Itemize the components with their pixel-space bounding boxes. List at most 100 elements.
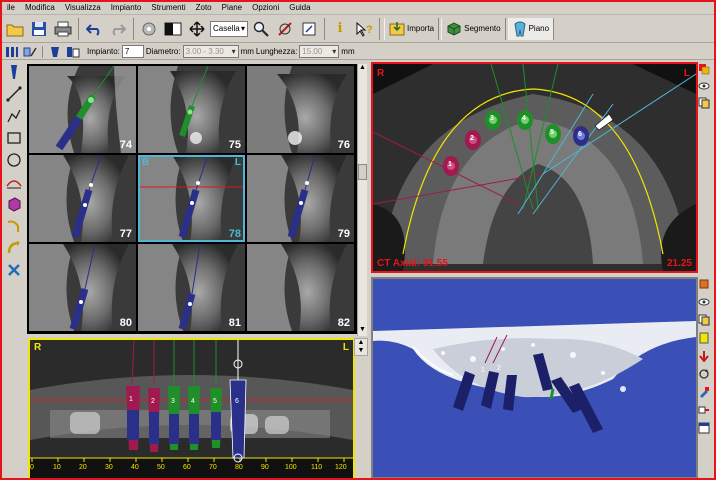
slice-82[interactable]: 82 [247,244,354,331]
menu-implant[interactable]: Impianto [106,2,147,14]
zoom-icon[interactable] [250,18,272,40]
info-icon[interactable]: i [329,18,351,40]
ruler-tick-label: 10 [53,464,61,471]
grid-scrollbar[interactable]: ▲ ▼ [357,64,367,336]
slice-74[interactable]: 74 [29,66,136,153]
menu-options[interactable]: Opzioni [247,2,284,14]
menu-edit[interactable]: Modifica [20,2,60,14]
slice-79[interactable]: 79 [247,155,354,242]
rotate-tool-icon[interactable] [5,238,23,258]
copy-icon[interactable] [697,96,711,110]
view-select[interactable]: Casella ▾ [210,20,248,37]
scroll-down-icon[interactable]: ▼ [358,326,367,336]
pano-plane-label: Piano [528,24,550,33]
settings-icon[interactable] [138,18,160,40]
separator [324,17,325,40]
menu-help[interactable]: Guida [284,2,315,14]
diameter-select[interactable]: 3.00 - 3.30 ▾ [182,45,239,58]
menu-tools[interactable]: Strumenti [146,2,190,14]
menu-planes[interactable]: Piane [217,2,247,14]
scroll-up-icon[interactable]: ▲ [358,64,367,74]
folder-icon[interactable] [4,18,26,40]
circle-tool-icon[interactable] [5,150,23,170]
menu-zoto[interactable]: Zoto [191,2,217,14]
slice-80[interactable]: 80 [29,244,136,331]
scroll-thumb[interactable] [358,164,367,180]
panoramic-view[interactable]: R L 1 2 3 4 5 6 0 10 20 30 40 50 60 70 8… [28,338,355,478]
slice-77[interactable]: 77 [29,155,136,242]
pano-plane-button[interactable]: Piano [507,17,555,40]
panoramic-image [30,340,353,478]
slice-corner-right: L [234,157,241,168]
paint-icon[interactable] [697,385,711,399]
app-window: ile Modifica Visualizza Impianto Strumen… [0,0,716,480]
separator [379,17,380,40]
slice-76[interactable]: 76 [247,66,354,153]
layers-icon[interactable] [697,62,711,76]
arrow-down-icon[interactable] [697,349,711,363]
measure-icon[interactable] [274,18,296,40]
rotate-icon[interactable] [697,367,711,381]
menu-bar: ile Modifica Visualizza Impianto Strumen… [2,2,714,15]
diameter-label: Diametro: [145,47,181,56]
redo-icon[interactable] [107,18,129,40]
menu-view[interactable]: Visualizza [60,2,106,14]
curve-tool-icon[interactable] [5,216,23,236]
fit-view-icon[interactable] [298,18,320,40]
line-tool-icon[interactable] [5,84,23,104]
note-icon[interactable] [697,331,711,345]
axial-left-marker: R [377,68,385,79]
ruler-tick-label: 50 [157,464,165,471]
ruler-tick-label: 60 [183,464,191,471]
chevron-down-icon: ▾ [332,47,337,56]
axial-implant-label: 6 [578,131,582,138]
separator [133,17,134,40]
pano-implant-label: 3 [171,398,175,405]
import-button[interactable]: Importa [384,17,440,40]
move-icon[interactable] [186,18,208,40]
implant-tool-icon[interactable] [5,62,23,82]
menu-file[interactable]: ile [2,2,20,14]
rectangle-tool-icon[interactable] [5,128,23,148]
segment-button[interactable]: Segmento [441,17,506,40]
implant-add-icon[interactable] [47,45,63,59]
pin-icon[interactable] [697,403,711,417]
diameter-value: 3.00 - 3.30 [185,47,224,56]
left-toolbar [2,62,26,282]
save-icon[interactable] [28,18,50,40]
ruler-tick-label: 20 [79,464,87,471]
implant-list-icon[interactable] [4,45,20,59]
contrast-icon[interactable] [162,18,184,40]
svg-text:?: ? [366,24,373,36]
delete-tool-icon[interactable] [5,260,23,280]
chevron-down-icon: ▾ [231,47,236,56]
eye-icon[interactable] [697,295,711,309]
implant-toolbar: Impianto: 7 Diametro: 3.00 - 3.30 ▾ mm Lu… [2,44,714,60]
eye-icon[interactable] [697,79,711,93]
nerve-tool-icon[interactable] [5,172,23,192]
window-icon[interactable] [697,421,711,435]
copy-icon[interactable] [697,313,711,327]
help-icon[interactable]: ? [353,18,375,40]
slice-number: 79 [337,228,350,240]
slice-81[interactable]: 81 [138,244,245,331]
implant-properties-icon[interactable] [65,45,81,59]
slice-78[interactable]: B L 78 [138,155,245,242]
implant-edit-icon[interactable] [22,45,38,59]
pano-implant-label: 1 [129,396,133,403]
implant-number-input[interactable]: 7 [121,45,144,58]
axial-view[interactable]: R L CT Axial: 91.55 21.25 1 2 3 4 5 6 [371,62,698,273]
print-icon[interactable] [52,18,74,40]
slice-corner-left: B [142,157,150,168]
pano-right-marker: L [342,342,349,353]
axial-caption: CT Axial: 91.55 [377,258,448,269]
pano-scroll-arrows[interactable]: ▲ ▼ [354,338,368,356]
ruler-tick-label: 40 [131,464,139,471]
box-3d-icon[interactable] [5,194,23,214]
slice-75[interactable]: 75 [138,66,245,153]
undo-icon[interactable] [83,18,105,40]
polyline-tool-icon[interactable] [5,106,23,126]
volume-3d-view[interactable]: 1 2 [371,277,698,478]
length-select[interactable]: 15.00 ▾ [299,45,340,58]
cube-icon[interactable] [697,277,711,291]
